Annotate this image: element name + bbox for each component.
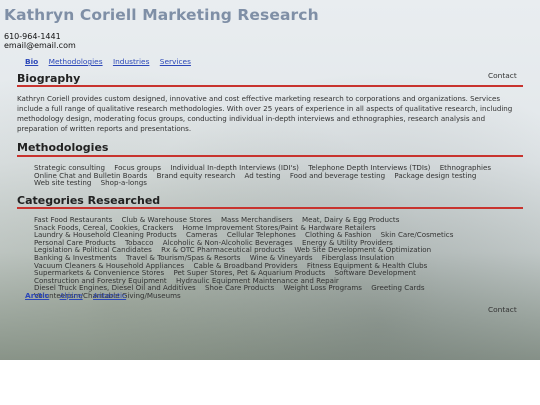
- section-divider: [17, 155, 523, 157]
- list-item: Shop-a-longs: [100, 178, 147, 188]
- biography-text: Kathryn Coriell provides custom designed…: [17, 94, 513, 133]
- biography-heading: Biography: [17, 72, 81, 85]
- nav-link-bio[interactable]: Bio: [25, 57, 38, 66]
- site-title: Kathryn Coriell Marketing Research: [4, 6, 319, 24]
- theme-link-arctic[interactable]: Arctic: [25, 291, 49, 300]
- main-nav: Bio Methodologies Industries Services: [25, 57, 199, 66]
- nav-link-methodologies[interactable]: Methodologies: [49, 57, 103, 66]
- list-item: Shoe Care Products: [205, 283, 275, 293]
- contact-info: 610-964-1441 email@email.com: [4, 32, 76, 50]
- section-divider: [17, 207, 523, 209]
- theme-nav: Arctic Alpine Antarctic: [25, 291, 134, 300]
- methodologies-list: Strategic consulting Focus groups Indivi…: [34, 164, 514, 187]
- theme-link-alpine[interactable]: Alpine: [60, 291, 83, 300]
- theme-link-antarctic[interactable]: Antarctic: [93, 291, 126, 300]
- list-item: Software Development: [334, 268, 416, 278]
- list-item: Greeting Cards: [371, 283, 425, 293]
- list-item: Ad testing: [244, 170, 281, 180]
- list-item: Brand equity research: [156, 170, 236, 180]
- email-address: email@email.com: [4, 41, 76, 50]
- contact-link-top[interactable]: Contact: [488, 71, 517, 80]
- categories-list: Fast Food Restaurants Club & Warehouse S…: [34, 216, 514, 300]
- nav-link-industries[interactable]: Industries: [113, 57, 149, 66]
- contact-link-bottom[interactable]: Contact: [488, 305, 517, 314]
- methodologies-heading: Methodologies: [17, 141, 109, 154]
- list-item: Weight Loss Programs: [283, 283, 362, 293]
- nav-link-services[interactable]: Services: [160, 57, 191, 66]
- phone-number: 610-964-1441: [4, 32, 61, 41]
- list-item: Web site testing: [34, 178, 92, 188]
- list-item: Package design testing: [394, 170, 477, 180]
- categories-heading: Categories Researched: [17, 194, 161, 207]
- section-divider: [17, 85, 523, 87]
- list-item: Food and beverage testing: [289, 170, 386, 180]
